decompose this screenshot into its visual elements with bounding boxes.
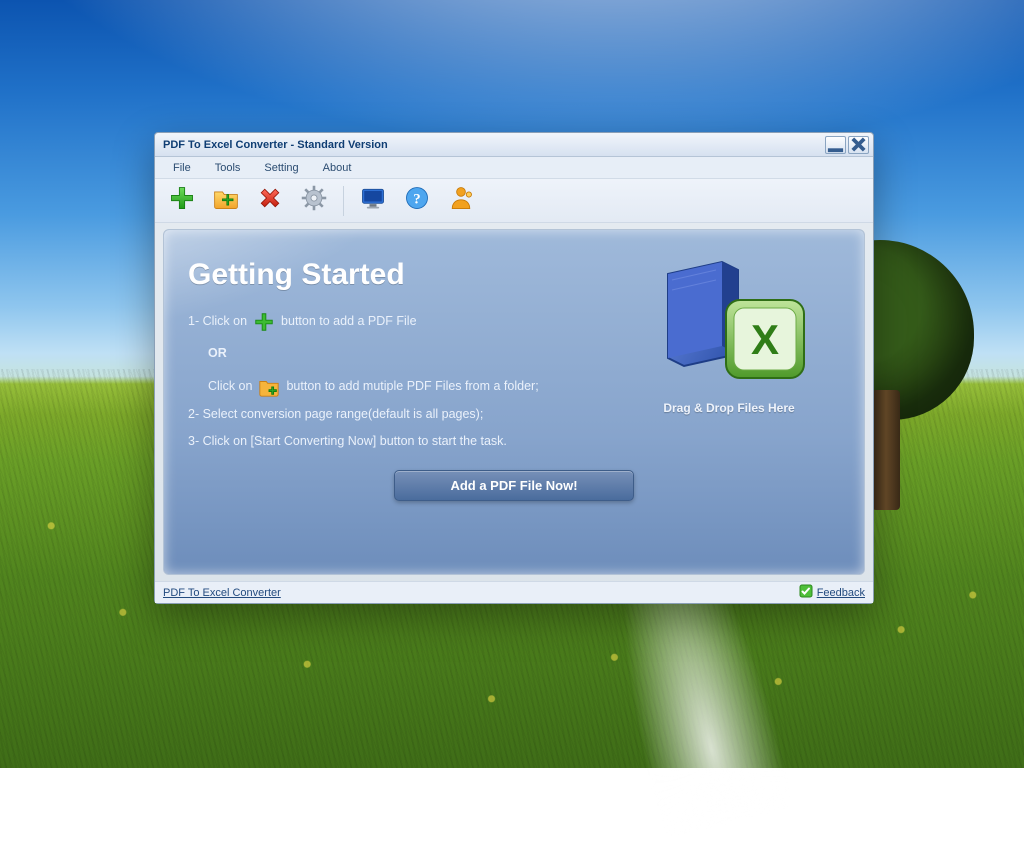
person-icon <box>447 184 475 217</box>
menu-file[interactable]: File <box>161 159 203 177</box>
drop-illustration-icon: X <box>644 373 814 390</box>
app-window: PDF To Excel Converter - Standard Versio… <box>154 132 874 604</box>
step1-text-b: button to add a PDF File <box>281 308 417 336</box>
check-icon <box>799 584 813 601</box>
menubar: File Tools Setting About <box>155 157 873 179</box>
step-3: 3- Click on [Start Converting Now] butto… <box>188 428 618 456</box>
remove-button[interactable] <box>253 184 287 218</box>
settings-button[interactable] <box>297 184 331 218</box>
plus-icon <box>168 184 196 217</box>
window-title: PDF To Excel Converter - Standard Versio… <box>163 139 825 151</box>
display-button[interactable] <box>356 184 390 218</box>
welcome-panel: Getting Started 1- Click on button to ad… <box>163 229 865 575</box>
toolbar-separator <box>343 186 344 216</box>
folder-plus-icon <box>212 184 240 217</box>
svg-text:?: ? <box>413 191 420 207</box>
person-button[interactable] <box>444 184 478 218</box>
status-link-left[interactable]: PDF To Excel Converter <box>163 587 281 599</box>
step-2: 2- Select conversion page range(default … <box>188 401 618 429</box>
toolbar: ? <box>155 179 873 223</box>
svg-text:X: X <box>751 316 779 363</box>
statusbar: PDF To Excel Converter Feedback <box>155 581 873 603</box>
titlebar[interactable]: PDF To Excel Converter - Standard Versio… <box>155 133 873 157</box>
or-label: OR <box>208 340 618 368</box>
plus-inline-icon <box>253 311 275 333</box>
help-button[interactable]: ? <box>400 184 434 218</box>
getting-started-steps: 1- Click on button to add a PDF File OR … <box>188 308 618 456</box>
step-1-alt: Click on button to add mutiple PDF Files… <box>208 373 618 401</box>
add-file-button[interactable] <box>165 184 199 218</box>
menu-about[interactable]: About <box>311 159 364 177</box>
x-red-icon <box>256 184 284 217</box>
close-button[interactable] <box>848 136 869 154</box>
step1c-text-a: Click on <box>208 373 252 401</box>
step-1: 1- Click on button to add a PDF File <box>188 308 618 336</box>
step1c-text-b: button to add mutiple PDF Files from a f… <box>286 373 538 401</box>
menu-tools[interactable]: Tools <box>203 159 253 177</box>
feedback-link[interactable]: Feedback <box>799 584 865 601</box>
drop-zone-label: Drag & Drop Files Here <box>624 401 834 415</box>
drop-zone[interactable]: X Drag & Drop Files Here <box>624 256 834 415</box>
minimize-button[interactable] <box>825 136 846 154</box>
add-pdf-cta-button[interactable]: Add a PDF File Now! <box>394 470 634 501</box>
add-folder-button[interactable] <box>209 184 243 218</box>
menu-setting[interactable]: Setting <box>252 159 310 177</box>
feedback-label: Feedback <box>817 587 865 599</box>
monitor-icon <box>359 184 387 217</box>
folder-plus-inline-icon <box>258 376 280 398</box>
step1-text-a: 1- Click on <box>188 308 247 336</box>
help-icon: ? <box>403 184 431 217</box>
gear-icon <box>300 184 328 217</box>
